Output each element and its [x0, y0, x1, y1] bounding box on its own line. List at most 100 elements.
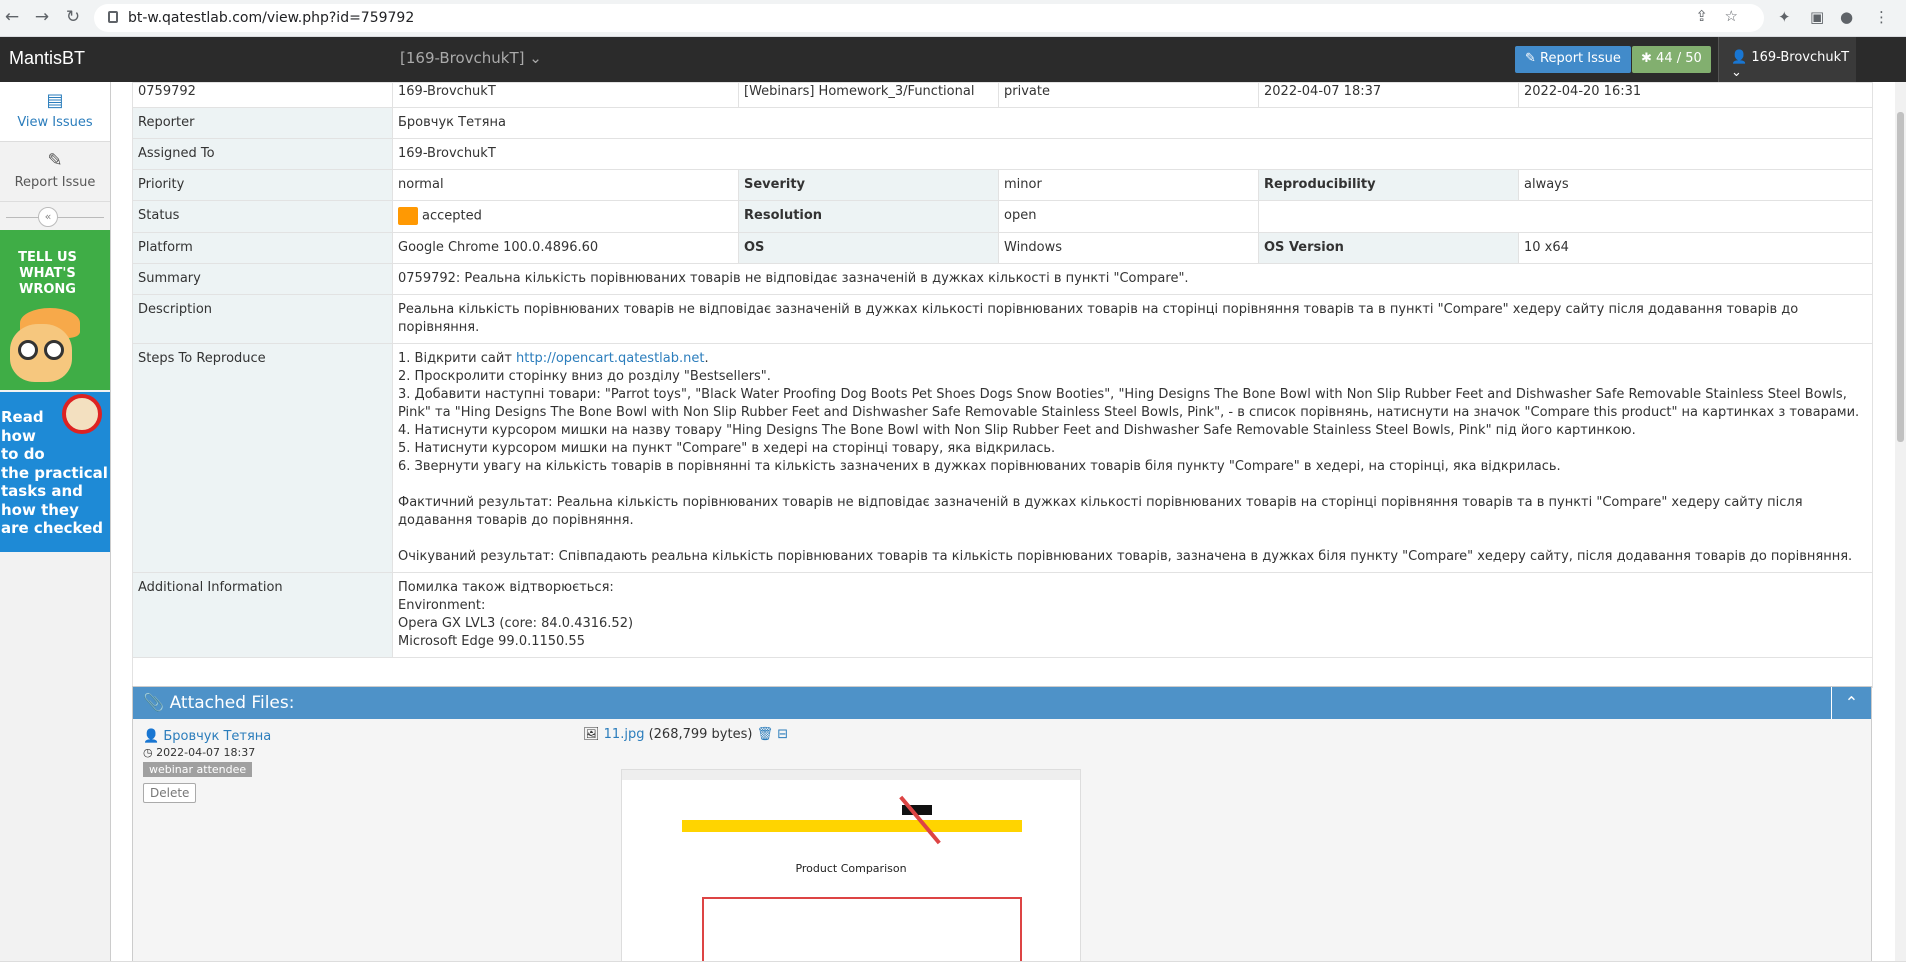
edit-icon: ✎ — [47, 150, 63, 171]
trash-icon[interactable]: 🗑 — [757, 727, 774, 742]
sidebar-item-report-issue[interactable]: ✎ Report Issue — [0, 142, 110, 202]
issue-project: 169-BrovchukT — [392, 82, 739, 108]
summary-label: Summary — [132, 262, 393, 295]
brand-logo[interactable]: MantisBT — [9, 48, 85, 69]
sidebar-item-label: Report Issue — [14, 175, 96, 190]
double-chevron-left-icon[interactable]: « — [38, 207, 58, 227]
back-icon[interactable]: ← — [0, 7, 24, 27]
file-link[interactable]: 11.jpg — [604, 727, 645, 742]
extensions-icon[interactable]: ✦ — [1778, 8, 1791, 26]
steps-label: Steps To Reproduce — [132, 342, 393, 573]
share-icon[interactable]: ⇪ — [1695, 7, 1708, 25]
issue-date-submitted: 2022-04-07 18:37 — [1258, 82, 1519, 108]
image-file-icon: 🖼 — [583, 727, 600, 742]
author-link[interactable]: Бровчук Тетяна — [163, 729, 271, 744]
user-badge: webinar attendee — [143, 762, 253, 777]
issue-last-update: 2022-04-20 16:31 — [1518, 82, 1873, 108]
priority-value: normal — [392, 169, 739, 201]
sidebar-item-label: View Issues — [17, 115, 93, 130]
edit-icon: ✎ — [1525, 51, 1536, 66]
sidepanel-icon[interactable]: ▣ — [1810, 8, 1824, 26]
clock-icon: ◷ — [143, 746, 153, 759]
main-content: 0759792 169-BrovchukT [Webinars] Homewor… — [111, 82, 1895, 973]
collapse-icon[interactable]: ⊟ — [777, 727, 788, 742]
bookmark-star-icon[interactable]: ☆ — [1725, 7, 1738, 25]
user-icon: 👤 — [143, 729, 160, 744]
reproducibility-label: Reproducibility — [1258, 169, 1519, 201]
feedback-banner-text: TELL US WHAT'S WRONG — [18, 250, 77, 297]
lock-icon — [108, 11, 118, 23]
reload-icon[interactable]: ↻ — [61, 7, 85, 27]
reproducibility-value: always — [1518, 169, 1873, 201]
steps-value: 1. Відкрити сайт http://opencart.qatestl… — [392, 342, 1873, 573]
attachment-date: 2022-04-07 18:37 — [156, 746, 256, 759]
sidebar-item-view-issues[interactable]: ▤ View Issues — [0, 82, 110, 142]
additional-info-label: Additional Information — [132, 571, 393, 658]
os-value: Windows — [998, 231, 1259, 264]
scrollbar[interactable] — [1895, 82, 1906, 973]
report-issue-button[interactable]: ✎ Report Issue — [1515, 46, 1631, 73]
attachment-thumbnail[interactable]: Product Comparison — [621, 769, 1081, 973]
assigned-label: Assigned To — [132, 138, 393, 170]
attached-files-title: Attached Files: — [169, 693, 295, 713]
project-name: [169-BrovchukT] — [400, 49, 525, 67]
description-label: Description — [132, 293, 393, 344]
severity-value: minor — [998, 169, 1259, 201]
issue-details-table: 0759792 169-BrovchukT [Webinars] Homewor… — [132, 82, 1873, 688]
chevron-down-icon: ⌄ — [529, 49, 542, 67]
status-text: accepted — [422, 208, 482, 224]
opencart-link[interactable]: http://opencart.qatestlab.net — [516, 351, 704, 366]
chevron-down-icon: ⌄ — [1731, 65, 1742, 80]
user-name: 169-BrovchukT — [1751, 50, 1850, 65]
additional-info-value: Помилка також відтворюється: Environment:… — [392, 571, 1873, 658]
os-version-label: OS Version — [1258, 231, 1519, 264]
status-color-badge — [398, 207, 418, 225]
resolution-value: open — [998, 200, 1259, 233]
step-5: 5. Натиснути курсором мишки на пункт "Co… — [398, 440, 1056, 456]
reporter-value: Бровчук Тетяна — [392, 107, 1873, 139]
severity-label: Severity — [738, 169, 999, 201]
assigned-value: 169-BrovchukT — [392, 138, 1873, 170]
issue-id: 0759792 — [132, 82, 393, 108]
step-6: 6. Звернути увагу на кількість товарів в… — [398, 458, 1561, 474]
summary-value: 0759792: Реальна кількість порівнюваних … — [392, 262, 1873, 295]
address-bar[interactable]: bt-w.qatestlab.com/view.php?id=759792 ⇪ … — [94, 4, 1764, 32]
browser-toolbar: ← → ↻ bt-w.qatestlab.com/view.php?id=759… — [0, 0, 1906, 37]
list-icon: ▤ — [46, 90, 64, 111]
project-selector[interactable]: [169-BrovchukT] ⌄ — [400, 49, 542, 67]
scrollbar-thumb[interactable] — [1897, 112, 1904, 442]
delete-button[interactable]: Delete — [143, 783, 197, 803]
thumbnail-title: Product Comparison — [795, 862, 907, 875]
user-menu[interactable]: 👤 169-BrovchukT ⌄ — [1718, 37, 1856, 82]
sidebar-collapse[interactable]: « — [0, 202, 110, 232]
feedback-banner[interactable]: TELL US WHAT'S WRONG — [0, 230, 110, 390]
status-bar — [0, 961, 1906, 973]
actual-result: Фактичний результат: Реальна кількість п… — [398, 494, 1803, 528]
expected-result: Очікуваний результат: Співпадають реальн… — [398, 548, 1853, 564]
file-info: 🖼 11.jpg (268,799 bytes) 🗑 ⊟ — [583, 727, 788, 742]
issue-header-row: 0759792 169-BrovchukT [Webinars] Homewor… — [132, 82, 1873, 108]
issue-count-label: 44 / 50 — [1656, 51, 1702, 66]
attachment-author-block: 👤 Бровчук Тетяна ◷ 2022-04-07 18:37 webi… — [143, 729, 271, 803]
attached-files-header: 📎 Attached Files: ⌃ — [133, 687, 1871, 719]
priority-label: Priority — [132, 169, 393, 201]
os-version-value: 10 x64 — [1518, 231, 1873, 264]
issue-view-status: private — [998, 82, 1259, 108]
howto-banner[interactable]: Read how to do the practical tasks and how th… — [0, 392, 110, 552]
attached-files-panel: 📎 Attached Files: ⌃ 👤 Бровчук Тетяна ◷ 2… — [132, 686, 1872, 973]
forward-icon[interactable]: → — [30, 7, 54, 27]
menu-icon[interactable]: ⋮ — [1874, 8, 1889, 26]
bug-icon: ✱ — [1641, 51, 1652, 66]
issue-category: [Webinars] Homework_3/Functional — [738, 82, 999, 108]
collapse-toggle-icon[interactable]: ⌃ — [1831, 687, 1871, 719]
step-2: 2. Проскролити сторінку вниз до розділу … — [398, 368, 771, 384]
issue-count-button[interactable]: ✱ 44 / 50 — [1632, 46, 1711, 73]
step-3: 3. Добавити наступні товари: "Parrot toy… — [398, 386, 1860, 420]
user-icon: 👤 — [1731, 50, 1748, 65]
profile-icon[interactable]: ● — [1840, 8, 1853, 26]
os-label: OS — [738, 231, 999, 264]
url-text: bt-w.qatestlab.com/view.php?id=759792 — [128, 10, 415, 26]
paperclip-icon: 📎 — [143, 693, 165, 713]
status-label: Status — [132, 200, 393, 233]
top-navbar: MantisBT [169-BrovchukT] ⌄ ✎ Report Issu… — [0, 37, 1906, 82]
